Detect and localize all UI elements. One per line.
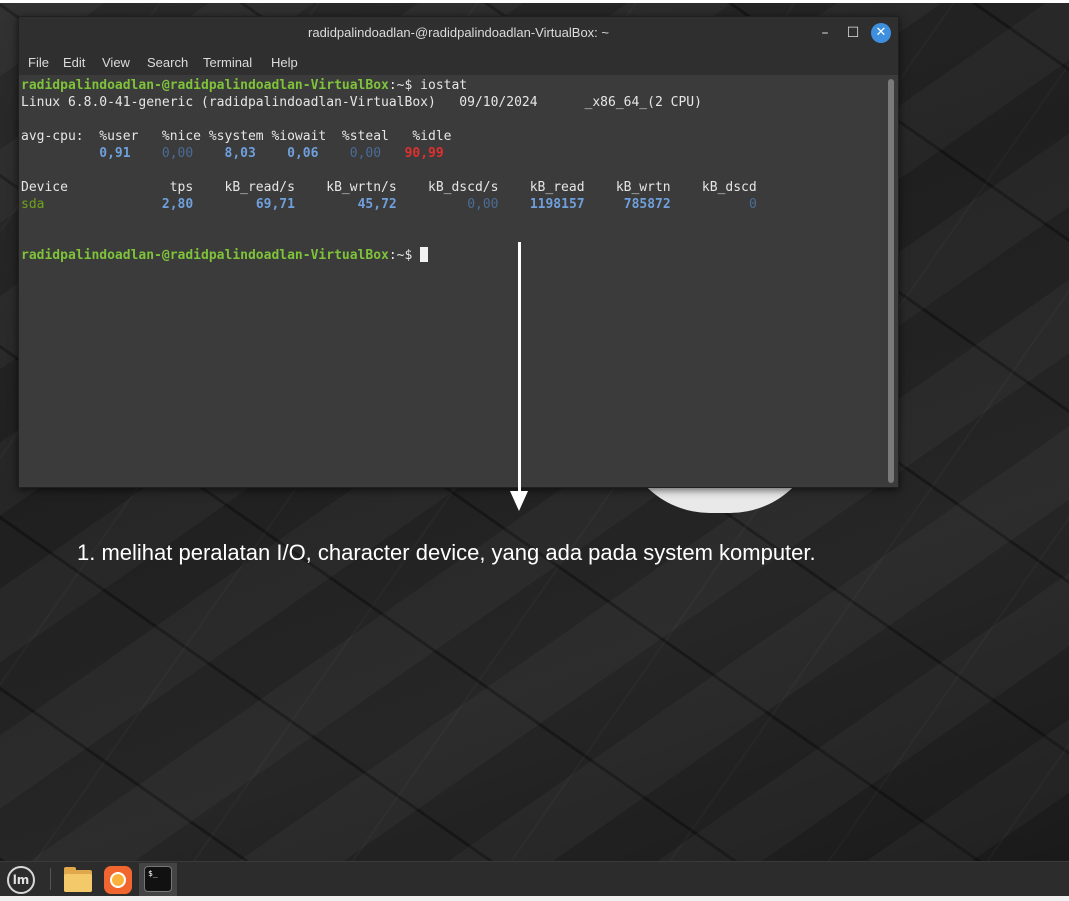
- prompt-suffix-2: :~$: [388, 248, 413, 263]
- command-text: iostat: [412, 78, 468, 93]
- terminal-icon: $_: [144, 866, 172, 892]
- device-kb-wrtn: 785872: [623, 197, 671, 212]
- menu-bar: File Edit View Search Terminal Help: [19, 49, 898, 75]
- prompt-line: radidpalindoadlan-@radidpalindoadlan-Vir…: [21, 247, 429, 264]
- scrollbar[interactable]: [888, 79, 894, 483]
- annotation-caption: 1. melihat peralatan I/O, character devi…: [77, 540, 816, 565]
- menu-file[interactable]: File: [28, 55, 49, 70]
- command-line: radidpalindoadlan-@radidpalindoadlan-Vir…: [21, 77, 467, 94]
- taskbar-separator: [50, 868, 51, 890]
- device-kb-read: 1198157: [529, 197, 585, 212]
- files-folder-icon[interactable]: [64, 866, 92, 894]
- cpu-steal-value: 0,00: [349, 146, 382, 161]
- device-row: sda 2,80 69,71 45,72 0,00 1198157 785872…: [21, 196, 757, 213]
- cpu-iowait-value: 0,06: [287, 146, 319, 161]
- cpu-user-value: 0,91: [99, 146, 131, 161]
- device-tps: 2,80: [161, 197, 194, 212]
- window-title: radidpalindoadlan-@radidpalindoadlan-Vir…: [308, 25, 609, 40]
- device-kb-read-s: 69,71: [255, 197, 295, 212]
- sysinfo-line: Linux 6.8.0-41-generic (radidpalindoadla…: [21, 95, 702, 110]
- menu-view[interactable]: View: [102, 55, 130, 70]
- title-bar[interactable]: radidpalindoadlan-@radidpalindoadlan-Vir…: [19, 17, 898, 49]
- terminal-taskbar-button[interactable]: $_: [139, 863, 177, 896]
- mint-menu-icon[interactable]: lm: [7, 866, 35, 894]
- terminal-window[interactable]: radidpalindoadlan-@radidpalindoadlan-Vir…: [18, 16, 899, 488]
- annotation-arrow: [518, 242, 521, 494]
- cpu-header: avg-cpu: %user %nice %system %iowait %st…: [21, 129, 452, 144]
- menu-terminal[interactable]: Terminal: [203, 55, 252, 70]
- close-button[interactable]: ✕: [871, 23, 891, 43]
- maximize-button[interactable]: ☐: [843, 23, 863, 43]
- screen-bottom-edge: [0, 896, 1069, 901]
- text-cursor: [420, 247, 429, 262]
- minimize-button[interactable]: –: [815, 23, 835, 43]
- device-kb-dscd-s: 0,00: [467, 197, 499, 212]
- cpu-system-value: 8,03: [224, 146, 256, 161]
- taskbar: lm $_: [0, 861, 1069, 896]
- desktop-background: radidpalindoadlan-@radidpalindoadlan-Vir…: [0, 3, 1069, 861]
- menu-help[interactable]: Help: [271, 55, 298, 70]
- device-kb-wrtn-s: 45,72: [357, 197, 397, 212]
- device-kb-dscd: 0: [749, 197, 757, 212]
- menu-edit[interactable]: Edit: [63, 55, 85, 70]
- prompt-user-host-2: radidpalindoadlan-@radidpalindoadlan-Vir…: [21, 248, 389, 263]
- device-name: sda: [21, 197, 45, 212]
- annotation-arrow-head: [510, 491, 528, 511]
- cpu-nice-value: 0,00: [161, 146, 194, 161]
- firefox-icon[interactable]: [104, 866, 132, 894]
- terminal-output[interactable]: radidpalindoadlan-@radidpalindoadlan-Vir…: [19, 75, 887, 485]
- cpu-values-row: 0,91 0,00 8,03 0,06 0,00 90,99: [21, 145, 444, 162]
- scrollbar-thumb[interactable]: [888, 79, 894, 483]
- prompt-user-host: radidpalindoadlan-@radidpalindoadlan-Vir…: [21, 78, 389, 93]
- cpu-idle-value: 90,99: [404, 146, 444, 161]
- device-header: Device tps kB_read/s kB_wrtn/s kB_dscd/s…: [21, 180, 757, 195]
- menu-search[interactable]: Search: [147, 55, 188, 70]
- prompt-suffix: :~$: [388, 78, 413, 93]
